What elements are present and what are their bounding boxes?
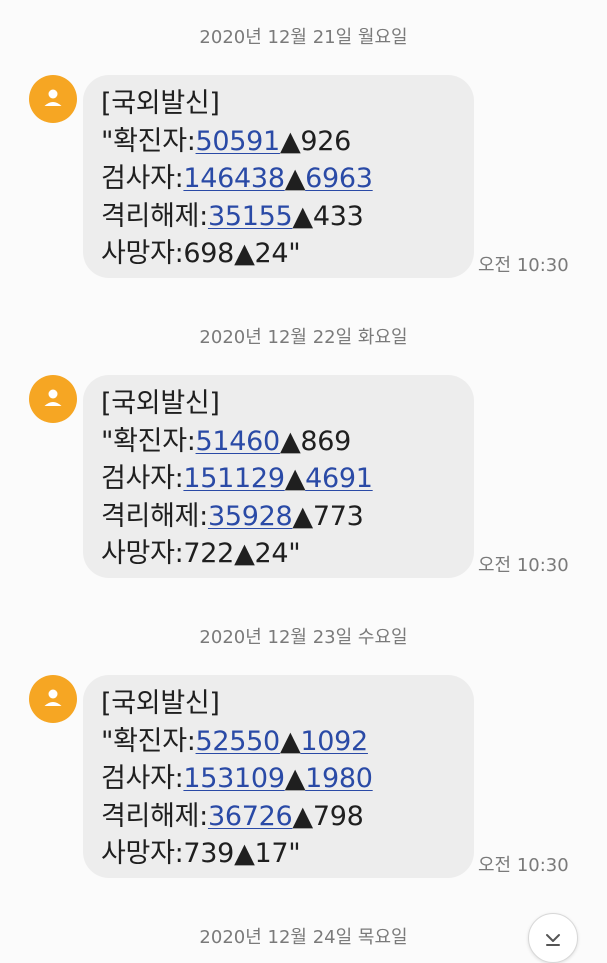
tested-label: 검사자: [101, 763, 184, 794]
sender-avatar[interactable] [29, 375, 77, 423]
sender-avatar[interactable] [29, 75, 77, 123]
deaths-label: 사망자: [101, 838, 184, 869]
triangle-up-icon: ▲ [292, 500, 313, 532]
message-header: [국외발신] [101, 388, 220, 419]
released-line: 격리해제:35155▲433 [101, 198, 474, 236]
confirmed-value-link[interactable]: 50591 [196, 126, 281, 157]
confirmed-line: "확진자:51460▲869 [101, 423, 474, 461]
deaths-label: 사망자: [101, 538, 184, 569]
tested-value-link[interactable]: 153109 [183, 763, 285, 794]
triangle-up-icon: ▲ [292, 200, 313, 232]
confirmed-delta: 926 [300, 125, 352, 157]
released-line: 격리해제:36726▲798 [101, 798, 474, 836]
tested-line: 검사자:146438▲6963 [101, 160, 474, 198]
date-separator: 2020년 12월 24일 목요일 [199, 927, 408, 948]
deaths-line: 사망자:722▲24" [101, 535, 474, 573]
chevron-down-icon [546, 934, 560, 946]
message-time: 오전 10:30 [478, 255, 569, 276]
deaths-delta: 24" [254, 538, 301, 569]
message-time: 오전 10:30 [478, 855, 569, 876]
date-separator: 2020년 12월 23일 수요일 [199, 627, 408, 648]
triangle-up-icon: ▲ [279, 425, 301, 457]
message-header: [국외발신] [101, 688, 220, 719]
person-icon [44, 689, 62, 706]
deaths-value: 722 [183, 538, 235, 569]
deaths-line: 사망자:698▲24" [101, 235, 474, 273]
released-value-link[interactable]: 36726 [208, 801, 293, 832]
confirmed-line: "확진자:52550▲1092 [101, 723, 474, 761]
tested-label: 검사자: [101, 163, 184, 194]
tested-delta-link[interactable]: 4691 [305, 463, 373, 494]
deaths-label: 사망자: [101, 238, 184, 269]
deaths-line: 사망자:739▲17" [101, 835, 474, 873]
date-separator: 2020년 12월 22일 화요일 [199, 327, 408, 348]
confirmed-delta: 869 [300, 425, 352, 457]
confirmed-value-link[interactable]: 52550 [196, 726, 281, 757]
confirmed-label: "확진자: [101, 725, 196, 757]
released-label: 격리해제: [101, 500, 208, 532]
message-header: [국외발신] [101, 88, 220, 119]
deaths-delta: 17" [254, 838, 301, 869]
tested-value-link[interactable]: 146438 [183, 163, 285, 194]
message-bubble[interactable]: [국외발신] "확진자:51460▲869 검사자:151129▲4691 격리… [83, 375, 474, 578]
person-icon [44, 389, 62, 406]
tested-line: 검사자:151129▲4691 [101, 460, 474, 498]
deaths-delta: 24" [254, 238, 301, 269]
released-delta: 773 [312, 500, 364, 532]
tested-delta-link[interactable]: 1980 [305, 763, 373, 794]
triangle-up-icon: ▲ [284, 463, 306, 494]
triangle-up-icon: ▲ [279, 125, 301, 157]
date-separator: 2020년 12월 21일 월요일 [199, 27, 408, 48]
released-delta: 433 [312, 200, 364, 232]
confirmed-line: "확진자:50591▲926 [101, 123, 474, 161]
released-value-link[interactable]: 35928 [208, 501, 293, 532]
message-bubble[interactable]: [국외발신] "확진자:50591▲926 검사자:146438▲6963 격리… [83, 75, 474, 278]
confirmed-delta-link[interactable]: 1092 [300, 726, 368, 757]
person-icon [44, 89, 62, 106]
triangle-up-icon: ▲ [284, 763, 306, 794]
message-bubble[interactable]: [국외발신] "확진자:52550▲1092 검사자:153109▲1980 격… [83, 675, 474, 878]
tested-label: 검사자: [101, 463, 184, 494]
triangle-up-icon: ▲ [284, 163, 306, 194]
triangle-up-icon: ▲ [234, 538, 255, 569]
sender-avatar[interactable] [29, 675, 77, 723]
triangle-up-icon: ▲ [234, 238, 255, 269]
tested-value-link[interactable]: 151129 [183, 463, 285, 494]
triangle-up-icon: ▲ [292, 800, 313, 832]
scroll-to-bottom-button[interactable] [528, 913, 578, 963]
confirmed-label: "확진자: [101, 425, 196, 457]
released-label: 격리해제: [101, 800, 208, 832]
released-value-link[interactable]: 35155 [208, 201, 293, 232]
triangle-up-icon: ▲ [279, 725, 301, 757]
confirmed-label: "확진자: [101, 125, 196, 157]
tested-delta-link[interactable]: 6963 [305, 163, 373, 194]
released-line: 격리해제:35928▲773 [101, 498, 474, 536]
message-time: 오전 10:30 [478, 555, 569, 576]
tested-line: 검사자:153109▲1980 [101, 760, 474, 798]
confirmed-value-link[interactable]: 51460 [196, 426, 281, 457]
deaths-value: 739 [183, 838, 235, 869]
deaths-value: 698 [183, 238, 235, 269]
triangle-up-icon: ▲ [234, 838, 255, 869]
released-label: 격리해제: [101, 200, 208, 232]
released-delta: 798 [312, 800, 364, 832]
